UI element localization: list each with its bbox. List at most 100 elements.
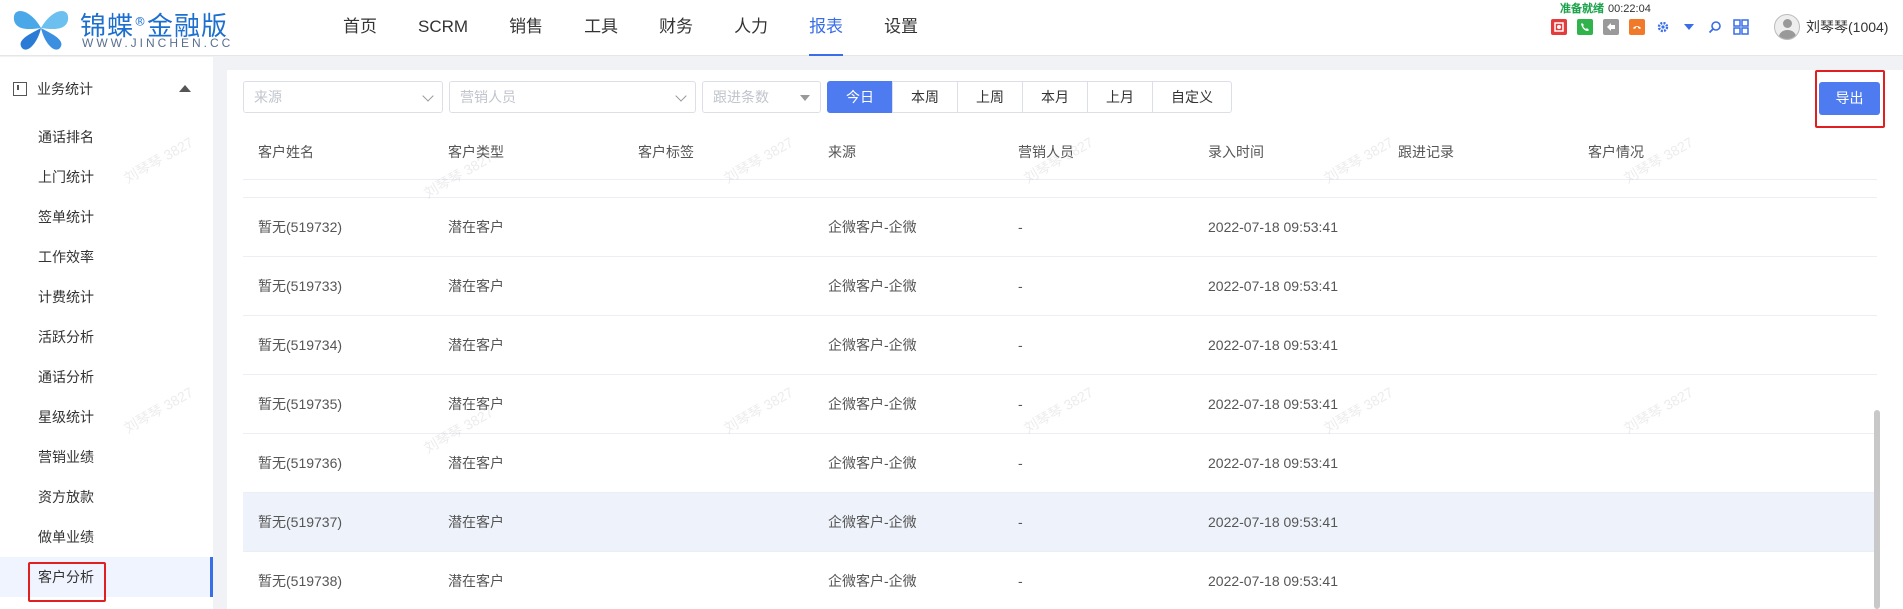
- sidebar-item-star-stats[interactable]: 星级统计: [0, 397, 213, 437]
- main-nav: 首页 SCRM 销售 工具 财务 人力 报表 设置: [343, 0, 959, 56]
- nav-hr[interactable]: 人力: [734, 0, 768, 56]
- transfer-call-icon[interactable]: [1603, 19, 1619, 35]
- period-today-button[interactable]: 今日: [827, 81, 893, 113]
- sidebar-item-lender-disbursement[interactable]: 资方放款: [0, 477, 213, 517]
- sidebar-item-call-analysis[interactable]: 通话分析: [0, 357, 213, 397]
- cell-source: 企微客户-企微: [828, 573, 917, 589]
- table-row[interactable]: 暂无(519735) 潜在客户 企微客户-企微 - 2022-07-18 09:53:4…: [243, 375, 1877, 434]
- sidebar-group-business-stats[interactable]: 业务统计: [0, 69, 213, 109]
- chevron-up-icon: [179, 85, 191, 92]
- column-header-source[interactable]: 来源: [813, 142, 1003, 162]
- gear-icon[interactable]: [1655, 19, 1671, 35]
- nav-finance[interactable]: 财务: [659, 0, 693, 56]
- cell-entry-time: 2022-07-18 09:53:41: [1208, 455, 1338, 471]
- column-header-type[interactable]: 客户类型: [433, 142, 623, 162]
- period-button-group: 今日 本周 上周 本月 上月 自定义: [827, 81, 1232, 113]
- table-row[interactable]: 暂无(519738) 潜在客户 企微客户-企微 - 2022-07-18 09:53:4…: [243, 552, 1877, 609]
- user-menu[interactable]: 刘琴琴(1004): [1774, 13, 1888, 41]
- sidebar-item-order-performance[interactable]: 做单业绩: [0, 517, 213, 557]
- table-row[interactable]: 暂无(519736) 潜在客户 企微客户-企微 - 2022-07-18 09:53:4…: [243, 434, 1877, 493]
- sidebar-group-label: 业务统计: [37, 81, 93, 97]
- call-timer: 00:22:04: [1608, 3, 1651, 15]
- cell-source: 企微客户-企微: [828, 455, 917, 471]
- cell-source: 企微客户-企微: [828, 396, 917, 412]
- period-this-week-button[interactable]: 本周: [892, 81, 958, 113]
- period-this-month-button[interactable]: 本月: [1022, 81, 1088, 113]
- cell-source: 企微客户-企微: [828, 278, 917, 294]
- cell-sales-person: -: [1018, 337, 1023, 353]
- butterfly-logo-icon: [13, 10, 69, 50]
- column-header-name[interactable]: 客户姓名: [243, 142, 433, 162]
- cell-entry-time: 2022-07-18 09:53:41: [1208, 573, 1338, 589]
- export-button[interactable]: 导出: [1819, 82, 1880, 115]
- cell-entry-time: 2022-07-18 09:53:41: [1208, 219, 1338, 235]
- table-scrollbar[interactable]: [1874, 410, 1880, 609]
- cell-name: 暂无(519736): [258, 455, 343, 471]
- cell-type: 潜在客户: [448, 573, 504, 589]
- nav-sales[interactable]: 销售: [509, 0, 543, 56]
- table-row[interactable]: 暂无(519733) 潜在客户 企微客户-企微 - 2022-07-18 09:53:4…: [243, 257, 1877, 316]
- search-icon[interactable]: [1707, 19, 1723, 35]
- table-row[interactable]: 暂无(519732) 潜在客户 企微客户-企微 - 2022-07-18 09:53:4…: [243, 198, 1877, 257]
- answer-call-icon[interactable]: [1577, 19, 1593, 35]
- nav-tools[interactable]: 工具: [584, 0, 618, 56]
- sidebar-item-call-ranking[interactable]: 通话排名: [0, 117, 213, 157]
- column-header-sales-person[interactable]: 营销人员: [1003, 142, 1193, 162]
- avatar[interactable]: [1774, 14, 1800, 40]
- cell-type: 潜在客户: [448, 514, 504, 530]
- customer-table: 客户姓名 客户类型 客户标签 来源 营销人员 录入时间 跟进记录 客户情况 暂无…: [243, 124, 1877, 609]
- sales-person-select[interactable]: 营销人员: [449, 81, 696, 113]
- filter-bar: 来源 营销人员 跟进条数 今日 本周 上周 本月 上月 自定义: [243, 81, 1232, 113]
- cell-sales-person: -: [1018, 278, 1023, 294]
- cell-source: 企微客户-企微: [828, 514, 917, 530]
- brand-logo[interactable]: 锦蝶®金融版 WWW.JINCHEN.CC: [8, 4, 248, 52]
- call-status: 准备就绪 00:22:04: [1560, 0, 1651, 16]
- chevron-down-icon: [675, 90, 687, 102]
- sidebar-item-activity-analysis[interactable]: 活跃分析: [0, 317, 213, 357]
- nav-settings[interactable]: 设置: [884, 0, 918, 56]
- hangup-icon[interactable]: [1629, 19, 1645, 35]
- cell-name: 暂无(519737): [258, 514, 343, 530]
- cell-type: 潜在客户: [448, 337, 504, 353]
- period-last-month-button[interactable]: 上月: [1087, 81, 1153, 113]
- chart-icon: [13, 82, 27, 96]
- cell-sales-person: -: [1018, 455, 1023, 471]
- cell-sales-person: -: [1018, 396, 1023, 412]
- table-row[interactable]: 暂无(519734) 潜在客户 企微客户-企微 - 2022-07-18 09:53:4…: [243, 316, 1877, 375]
- followup-count-select[interactable]: 跟进条数: [702, 81, 821, 113]
- sidebar-item-visit-stats[interactable]: 上门统计: [0, 157, 213, 197]
- source-select[interactable]: 来源: [243, 81, 443, 113]
- user-name[interactable]: 刘琴琴(1004): [1806, 17, 1888, 37]
- table-body: 暂无(519732) 潜在客户 企微客户-企微 -2022-07-18 09:53:4…: [243, 198, 1877, 609]
- column-header-entry-time[interactable]: 录入时间: [1193, 142, 1383, 162]
- sidebar-item-billing-stats[interactable]: 计费统计: [0, 277, 213, 317]
- nav-home[interactable]: 首页: [343, 0, 377, 56]
- sidebar: 业务统计 通话排名 上门统计 签单统计 工作效率 计费统计 活跃分析 通话分析 …: [0, 57, 213, 609]
- cell-name: 暂无(519738): [258, 573, 343, 589]
- sidebar-item-deal-stats[interactable]: 签单统计: [0, 197, 213, 237]
- sidebar-item-marketing-performance[interactable]: 营销业绩: [0, 437, 213, 477]
- cell-source: 企微客户-企微: [828, 219, 917, 235]
- cell-type: 潜在客户: [448, 219, 504, 235]
- nav-scrm[interactable]: SCRM: [418, 0, 468, 56]
- sidebar-item-work-efficiency[interactable]: 工作效率: [0, 237, 213, 277]
- period-custom-button[interactable]: 自定义: [1152, 81, 1232, 113]
- table-row[interactable]: 暂无(519737) 潜在客户 企微客户-企微 - 2022-07-18 09:53:4…: [243, 493, 1877, 552]
- grid-icon[interactable]: [1733, 19, 1749, 35]
- period-last-week-button[interactable]: 上周: [957, 81, 1023, 113]
- table-spacer: [243, 180, 1877, 198]
- followup-count-placeholder: 跟进条数: [713, 89, 769, 105]
- call-ready-label: 准备就绪: [1560, 3, 1604, 15]
- nav-reports[interactable]: 报表: [809, 0, 844, 56]
- cell-entry-time: 2022-07-18 09:53:41: [1208, 337, 1338, 353]
- cell-name: 暂无(519732): [258, 219, 343, 235]
- dropdown-icon[interactable]: [1681, 19, 1697, 35]
- column-header-followup[interactable]: 跟进记录: [1383, 142, 1573, 162]
- column-header-status[interactable]: 客户情况: [1573, 142, 1763, 162]
- main-panel: 来源 营销人员 跟进条数 今日 本周 上周 本月 上月 自定义 导出 客户姓名 …: [227, 70, 1903, 609]
- column-header-tags[interactable]: 客户标签: [623, 142, 813, 162]
- cell-sales-person: -: [1018, 514, 1023, 530]
- sidebar-item-customer-analysis[interactable]: 客户分析: [0, 557, 213, 597]
- record-icon[interactable]: [1551, 19, 1567, 35]
- cell-type: 潜在客户: [448, 455, 504, 471]
